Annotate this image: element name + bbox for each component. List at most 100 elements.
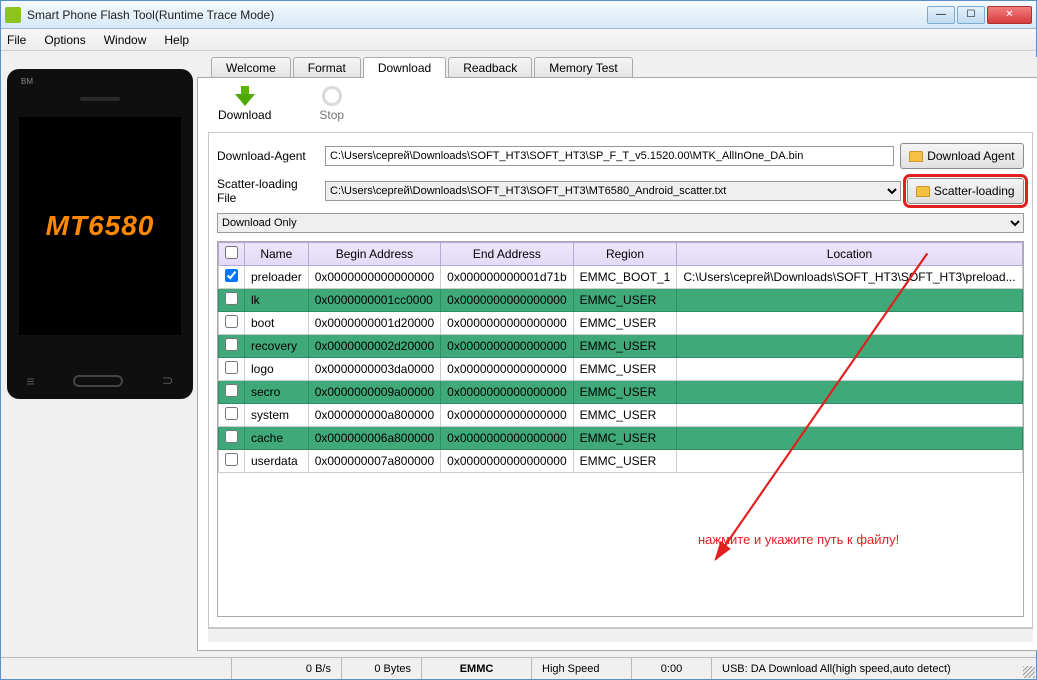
- folder-icon: [916, 186, 930, 197]
- cell-region: EMMC_BOOT_1: [573, 266, 677, 289]
- row-checkbox[interactable]: [225, 407, 238, 420]
- cell-end: 0x0000000000000000: [441, 404, 573, 427]
- tab-format[interactable]: Format: [293, 57, 361, 78]
- action-toolbar: Download Stop: [208, 86, 1033, 128]
- cell-begin: 0x0000000001d20000: [308, 312, 440, 335]
- table-row[interactable]: boot 0x0000000001d20000 0x00000000000000…: [219, 312, 1023, 335]
- cell-begin: 0x0000000000000000: [308, 266, 440, 289]
- phone-model: MT6580: [46, 210, 155, 242]
- phone-frame: BM MT6580 ≡ ⊃: [7, 69, 193, 399]
- table-row[interactable]: userdata 0x000000007a800000 0x0000000000…: [219, 450, 1023, 473]
- download-arrow-icon: [235, 86, 255, 106]
- cell-location: [677, 404, 1022, 427]
- cell-name: logo: [245, 358, 309, 381]
- row-checkbox[interactable]: [225, 453, 238, 466]
- cell-begin: 0x0000000001cc0000: [308, 289, 440, 312]
- table-row[interactable]: preloader 0x0000000000000000 0x000000000…: [219, 266, 1023, 289]
- resize-grip-icon[interactable]: [1023, 666, 1035, 678]
- cell-name: recovery: [245, 335, 309, 358]
- cell-region: EMMC_USER: [573, 358, 677, 381]
- download-agent-button[interactable]: Download Agent: [900, 143, 1023, 169]
- cell-end: 0x0000000000000000: [441, 358, 573, 381]
- phone-back-icon: ⊃: [162, 372, 174, 389]
- row-checkbox[interactable]: [225, 315, 238, 328]
- cell-end: 0x000000000001d71b: [441, 266, 573, 289]
- cell-location: [677, 312, 1022, 335]
- annotation-text: нажмите и укажите путь к файлу!: [698, 532, 899, 547]
- status-bytes: 0 Bytes: [341, 658, 421, 679]
- cell-location: [677, 289, 1022, 312]
- da-button-label: Download Agent: [927, 149, 1014, 163]
- tab-welcome[interactable]: Welcome: [211, 57, 291, 78]
- cell-location: [677, 450, 1022, 473]
- main-panel: Welcome Format Download Readback Memory …: [197, 57, 1037, 651]
- scatter-label: Scatter-loading File: [217, 177, 319, 205]
- status-usb: USB: DA Download All(high speed,auto det…: [711, 658, 1036, 679]
- cell-location: [677, 381, 1022, 404]
- menu-help[interactable]: Help: [164, 33, 189, 47]
- cell-region: EMMC_USER: [573, 404, 677, 427]
- download-action-label: Download: [218, 108, 271, 122]
- cell-region: EMMC_USER: [573, 427, 677, 450]
- row-checkbox[interactable]: [225, 338, 238, 351]
- cell-end: 0x0000000000000000: [441, 450, 573, 473]
- titlebar[interactable]: Smart Phone Flash Tool(Runtime Trace Mod…: [1, 1, 1036, 29]
- col-name[interactable]: Name: [245, 243, 309, 266]
- table-row[interactable]: logo 0x0000000003da0000 0x00000000000000…: [219, 358, 1023, 381]
- stop-action-button[interactable]: Stop: [319, 86, 344, 122]
- device-preview-panel: BM MT6580 ≡ ⊃: [7, 57, 193, 651]
- cell-begin: 0x0000000009a00000: [308, 381, 440, 404]
- table-row[interactable]: lk 0x0000000001cc0000 0x0000000000000000…: [219, 289, 1023, 312]
- cell-name: userdata: [245, 450, 309, 473]
- partition-table[interactable]: Name Begin Address End Address Region Lo…: [217, 241, 1024, 617]
- row-checkbox[interactable]: [225, 292, 238, 305]
- menu-file[interactable]: File: [7, 33, 26, 47]
- window-title: Smart Phone Flash Tool(Runtime Trace Mod…: [27, 8, 925, 22]
- cell-end: 0x0000000000000000: [441, 381, 573, 404]
- cell-region: EMMC_USER: [573, 312, 677, 335]
- cell-name: boot: [245, 312, 309, 335]
- row-checkbox[interactable]: [225, 361, 238, 374]
- row-checkbox[interactable]: [225, 269, 238, 282]
- cell-region: EMMC_USER: [573, 450, 677, 473]
- cell-begin: 0x0000000002d20000: [308, 335, 440, 358]
- row-checkbox[interactable]: [225, 430, 238, 443]
- cell-end: 0x0000000000000000: [441, 427, 573, 450]
- cell-name: secro: [245, 381, 309, 404]
- cell-location: [677, 427, 1022, 450]
- download-action-button[interactable]: Download: [218, 86, 271, 122]
- scatter-path-select[interactable]: C:\Users\сергей\Downloads\SOFT_HT3\SOFT_…: [325, 181, 901, 201]
- app-icon: [5, 7, 21, 23]
- maximize-button[interactable]: ☐: [957, 6, 985, 24]
- status-time: 0:00: [631, 658, 711, 679]
- da-label: Download-Agent: [217, 149, 319, 163]
- minimize-button[interactable]: —: [927, 6, 955, 24]
- scatter-button-label: Scatter-loading: [934, 184, 1015, 198]
- tab-download[interactable]: Download: [363, 57, 446, 78]
- cell-begin: 0x000000007a800000: [308, 450, 440, 473]
- table-row[interactable]: recovery 0x0000000002d20000 0x0000000000…: [219, 335, 1023, 358]
- menubar: File Options Window Help: [1, 29, 1036, 51]
- col-end[interactable]: End Address: [441, 243, 573, 266]
- col-begin[interactable]: Begin Address: [308, 243, 440, 266]
- status-mode: High Speed: [531, 658, 631, 679]
- table-row[interactable]: secro 0x0000000009a00000 0x0000000000000…: [219, 381, 1023, 404]
- menu-options[interactable]: Options: [44, 33, 85, 47]
- cell-location: C:\Users\сергей\Downloads\SOFT_HT3\SOFT_…: [677, 266, 1022, 289]
- da-path-input[interactable]: [325, 146, 894, 166]
- tab-memorytest[interactable]: Memory Test: [534, 57, 632, 78]
- select-all-checkbox[interactable]: [225, 246, 238, 259]
- menu-window[interactable]: Window: [104, 33, 147, 47]
- cell-end: 0x0000000000000000: [441, 335, 573, 358]
- col-region[interactable]: Region: [573, 243, 677, 266]
- table-row[interactable]: cache 0x000000006a800000 0x0000000000000…: [219, 427, 1023, 450]
- scatter-loading-button[interactable]: Scatter-loading: [907, 178, 1024, 204]
- cell-name: lk: [245, 289, 309, 312]
- col-location[interactable]: Location: [677, 243, 1022, 266]
- table-row[interactable]: system 0x000000000a800000 0x000000000000…: [219, 404, 1023, 427]
- row-checkbox[interactable]: [225, 384, 238, 397]
- download-mode-select[interactable]: Download Only: [217, 213, 1024, 233]
- close-button[interactable]: ✕: [987, 6, 1032, 24]
- tab-readback[interactable]: Readback: [448, 57, 532, 78]
- phone-nav-buttons: ≡ ⊃: [7, 372, 193, 389]
